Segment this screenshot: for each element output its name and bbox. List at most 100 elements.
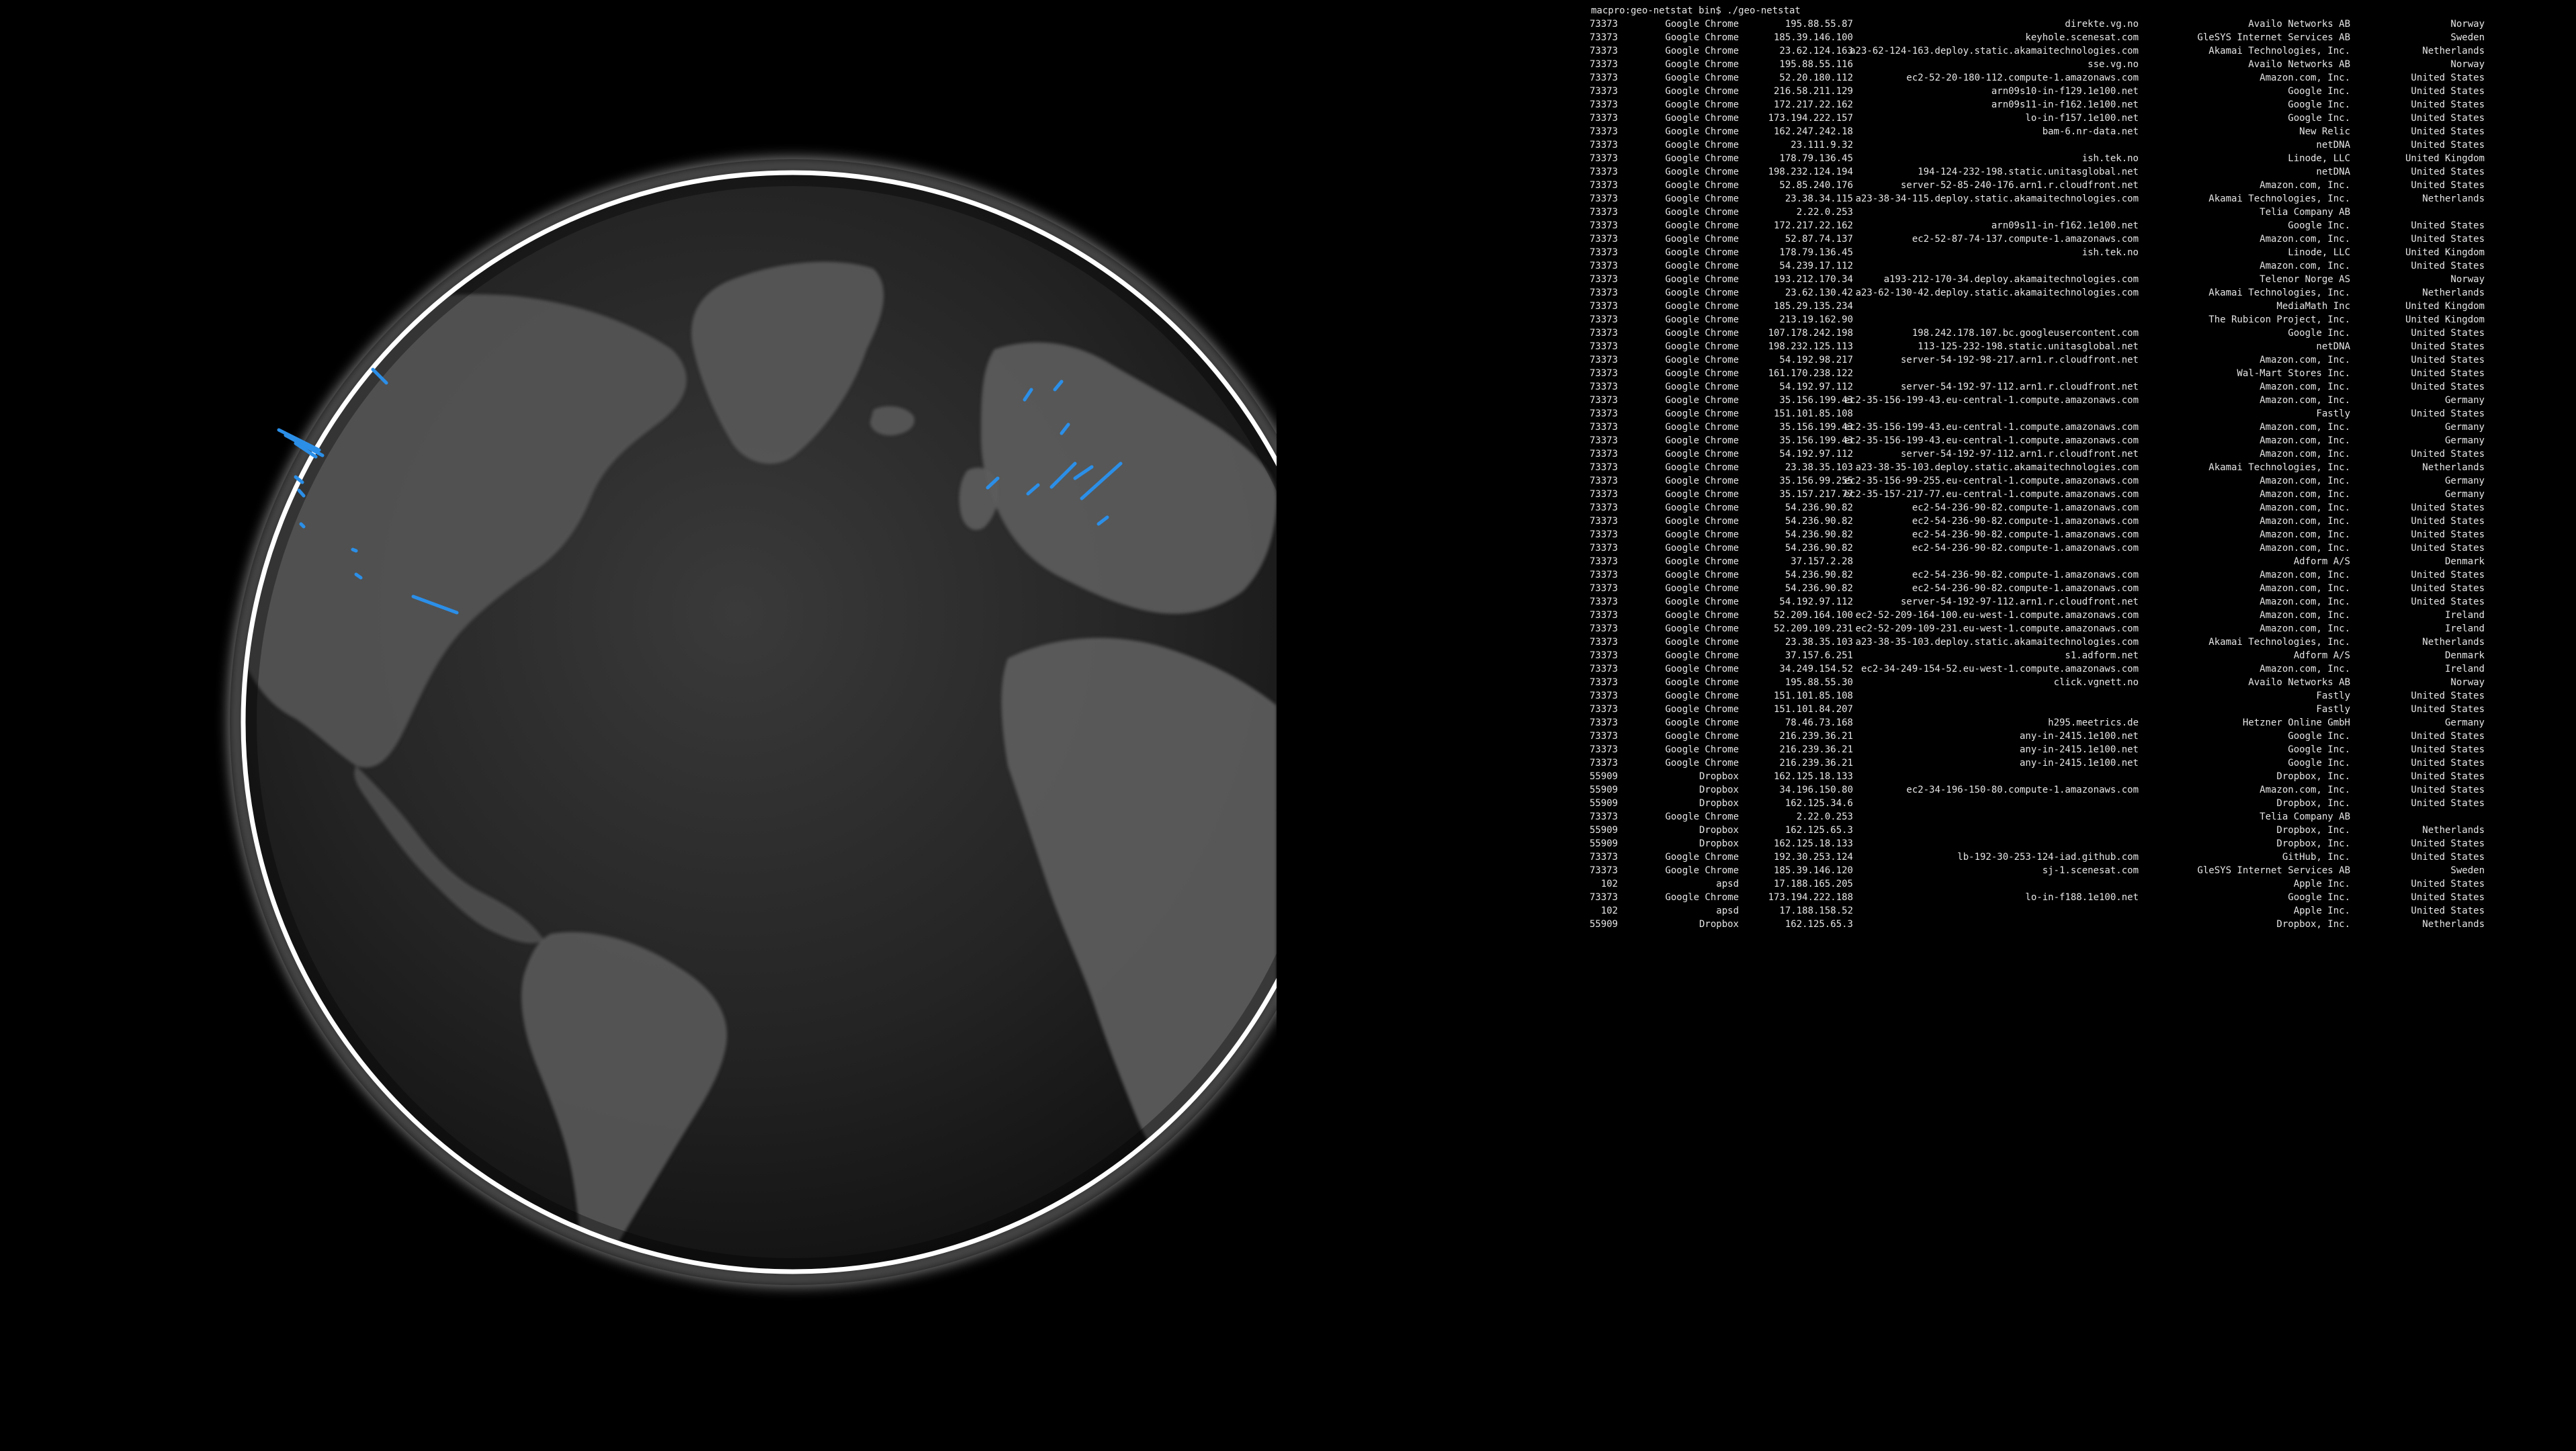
- netstat-row: 73373 Google Chrome 172.217.22.162 arn09s11…: [1590, 98, 2572, 112]
- ip-cell: 52.209.109.231: [1773, 623, 1853, 634]
- country-cell: United States: [2411, 852, 2485, 863]
- country-cell: United States: [2411, 126, 2485, 137]
- process-cell: Google Chrome: [1665, 86, 1739, 97]
- ip-cell: 216.58.211.129: [1773, 86, 1853, 97]
- org-cell: Amazon.com, Inc.: [2260, 234, 2350, 245]
- netstat-row: 73373 Google Chrome 54.239.17.112 Amazon.co…: [1590, 259, 2572, 273]
- org-cell: Google Inc.: [2288, 99, 2350, 110]
- netstat-row: 73373 Google Chrome 173.194.222.157 lo-in-f…: [1590, 112, 2572, 125]
- org-cell: Apple Inc.: [2293, 906, 2350, 916]
- netstat-row: 73373 Google Chrome 54.192.97.112 server-54…: [1590, 380, 2572, 394]
- netstat-row: 73373 Google Chrome 35.156.199.43 ec2-35-15…: [1590, 421, 2572, 434]
- process-cell: Dropbox: [1699, 771, 1739, 782]
- ip-cell: 173.194.222.157: [1768, 113, 1853, 124]
- netstat-row: 55909 Dropbox 162.125.18.133 Dropbox, Inc. U…: [1590, 770, 2572, 783]
- globe-visualization[interactable]: [0, 0, 1277, 1451]
- pid-cell: 73373: [1589, 193, 1618, 204]
- ip-cell: 54.236.90.82: [1785, 502, 1853, 513]
- netstat-row: 73373 Google Chrome 54.236.90.82 ec2-54-236…: [1590, 582, 2572, 595]
- process-cell: Dropbox: [1699, 838, 1739, 849]
- country-cell: United States: [2411, 704, 2485, 715]
- country-cell: United States: [2411, 529, 2485, 540]
- process-cell: apsd: [1716, 906, 1739, 916]
- terminal-window[interactable]: macpro:geo-netstat bin$ ./geo-netstat 73…: [1589, 4, 2572, 931]
- ip-cell: 151.101.85.108: [1773, 691, 1853, 701]
- hostname-cell: ec2-54-236-90-82.compute-1.amazonaws.com: [1912, 529, 2139, 540]
- netstat-row: 73373 Google Chrome 34.249.154.52 ec2-34-24…: [1590, 662, 2572, 676]
- country-cell: United States: [2411, 785, 2485, 795]
- hostname-cell: bam-6.nr-data.net: [2042, 126, 2139, 137]
- hostname-cell: arn09s11-in-f162.1e100.net: [1991, 220, 2139, 231]
- ip-cell: 54.192.97.112: [1779, 449, 1853, 459]
- process-cell: Google Chrome: [1665, 623, 1739, 634]
- country-cell: United States: [2411, 879, 2485, 889]
- process-cell: Google Chrome: [1665, 46, 1739, 56]
- netstat-row: 73373 Google Chrome 54.236.90.82 ec2-54-236…: [1590, 541, 2572, 555]
- netstat-row: 73373 Google Chrome 172.217.22.162 arn09s11…: [1590, 219, 2572, 232]
- ip-cell: 35.157.217.77: [1779, 489, 1853, 500]
- country-cell: Netherlands: [2422, 637, 2485, 648]
- org-cell: Amazon.com, Inc.: [2260, 355, 2350, 365]
- org-cell: Amazon.com, Inc.: [2260, 73, 2350, 83]
- ip-cell: 216.239.36.21: [1779, 744, 1853, 755]
- ip-cell: 172.217.22.162: [1773, 220, 1853, 231]
- process-cell: Dropbox: [1699, 825, 1739, 836]
- process-cell: Google Chrome: [1665, 341, 1739, 352]
- pid-cell: 73373: [1589, 637, 1618, 648]
- org-cell: Google Inc.: [2288, 744, 2350, 755]
- country-cell: United States: [2411, 771, 2485, 782]
- ip-cell: 37.157.2.28: [1791, 556, 1853, 567]
- ip-cell: 52.87.74.137: [1785, 234, 1853, 245]
- netstat-row: 73373 Google Chrome 54.236.90.82 ec2-54-236…: [1590, 568, 2572, 582]
- pid-cell: 73373: [1589, 516, 1618, 527]
- country-cell: United States: [2411, 355, 2485, 365]
- netstat-row: 73373 Google Chrome 54.236.90.82 ec2-54-236…: [1590, 501, 2572, 515]
- org-cell: Google Inc.: [2288, 86, 2350, 97]
- org-cell: Wal-Mart Stores Inc.: [2237, 368, 2350, 379]
- ip-cell: 216.239.36.21: [1779, 758, 1853, 768]
- process-cell: Google Chrome: [1665, 476, 1739, 486]
- hostname-cell: sj-1.scenesat.com: [2042, 865, 2139, 876]
- ip-cell: 162.125.65.3: [1785, 919, 1853, 930]
- pid-cell: 55909: [1589, 919, 1618, 930]
- process-cell: Dropbox: [1699, 919, 1739, 930]
- country-cell: United States: [2411, 597, 2485, 607]
- country-cell: United States: [2411, 341, 2485, 352]
- org-cell: Dropbox, Inc.: [2276, 838, 2350, 849]
- pid-cell: 55909: [1589, 798, 1618, 809]
- country-cell: United States: [2411, 140, 2485, 150]
- country-cell: United States: [2411, 220, 2485, 231]
- ip-cell: 162.125.65.3: [1785, 825, 1853, 836]
- netstat-row: 73373 Google Chrome 151.101.85.108 Fastly Un…: [1590, 689, 2572, 703]
- process-cell: Google Chrome: [1665, 449, 1739, 459]
- hostname-cell: ec2-35-157-217-77.eu-central-1.compute.a…: [1844, 489, 2139, 500]
- country-cell: Norway: [2450, 677, 2485, 688]
- process-cell: Google Chrome: [1665, 301, 1739, 312]
- process-cell: Google Chrome: [1665, 140, 1739, 150]
- ip-cell: 35.156.199.43: [1779, 422, 1853, 433]
- org-cell: Amazon.com, Inc.: [2260, 543, 2350, 554]
- netstat-row: 73373 Google Chrome 23.62.124.163 a23-62-12…: [1590, 44, 2572, 58]
- pid-cell: 73373: [1589, 476, 1618, 486]
- netstat-row: 73373 Google Chrome 185.39.146.100 keyhole.…: [1589, 31, 2572, 44]
- country-cell: United States: [2411, 906, 2485, 916]
- netstat-row: 73373 Google Chrome 161.170.238.122 Wal-Mar…: [1590, 367, 2572, 380]
- process-cell: Google Chrome: [1665, 19, 1739, 30]
- pid-cell: 73373: [1589, 234, 1618, 245]
- ip-cell: 23.38.35.103: [1785, 637, 1853, 648]
- pid-cell: 73373: [1589, 395, 1618, 406]
- ip-cell: 17.188.165.205: [1773, 879, 1853, 889]
- ip-cell: 35.156.199.43: [1779, 435, 1853, 446]
- org-cell: Amazon.com, Inc.: [2260, 489, 2350, 500]
- ip-cell: 23.111.9.32: [1791, 140, 1853, 150]
- country-cell: United States: [2411, 368, 2485, 379]
- netstat-row: 73373 Google Chrome 23.38.35.103 a23-38-35-…: [1590, 461, 2572, 474]
- ip-cell: 192.30.253.124: [1773, 852, 1853, 863]
- pid-cell: 73373: [1589, 32, 1618, 43]
- pid-cell: 73373: [1589, 717, 1618, 728]
- ip-cell: 172.217.22.162: [1773, 99, 1853, 110]
- hostname-cell: server-54-192-98-217.arn1.r.cloudfront.n…: [1900, 355, 2139, 365]
- pid-cell: 73373: [1589, 435, 1618, 446]
- pid-cell: 73373: [1589, 301, 1618, 312]
- ip-cell: 195.88.55.116: [1779, 59, 1853, 70]
